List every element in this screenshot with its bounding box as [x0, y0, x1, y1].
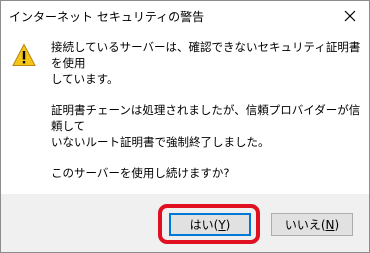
- yes-access-key: Y: [218, 217, 226, 232]
- no-label-suffix: ): [334, 217, 340, 232]
- warning-message: 接続しているサーバーは、確認できないセキュリティ証明書を使用 しています。 証明…: [51, 39, 363, 181]
- dialog-title: インターネット セキュリティの警告: [9, 10, 205, 24]
- warning-triangle-icon: [12, 43, 36, 67]
- no-access-key: N: [325, 217, 335, 232]
- yes-label-prefix: はい(: [189, 218, 219, 232]
- close-button[interactable]: [337, 4, 363, 28]
- title-bar[interactable]: インターネット セキュリティの警告: [1, 1, 369, 31]
- message-paragraph-certificate: 接続しているサーバーは、確認できないセキュリティ証明書を使用 しています。: [51, 40, 361, 86]
- close-icon: [344, 10, 356, 22]
- yes-label-suffix: ): [225, 217, 231, 232]
- button-bar: はい(Y) いいえ(N): [1, 194, 369, 252]
- no-button[interactable]: いいえ(N): [271, 213, 353, 236]
- dialog-content: 接続しているサーバーは、確認できないセキュリティ証明書を使用 しています。 証明…: [1, 31, 369, 194]
- message-paragraph-chain: 証明書チェーンは処理されましたが、信頼プロバイダーが信頼して いないルート証明書…: [51, 103, 361, 149]
- no-label-prefix: いいえ(: [284, 218, 326, 232]
- message-paragraph-question: このサーバーを使用し続けますか?: [51, 166, 230, 180]
- yes-button[interactable]: はい(Y): [169, 213, 251, 236]
- security-warning-dialog: インターネット セキュリティの警告 接続しているサーバーは、確認できないセキュリ…: [0, 0, 370, 253]
